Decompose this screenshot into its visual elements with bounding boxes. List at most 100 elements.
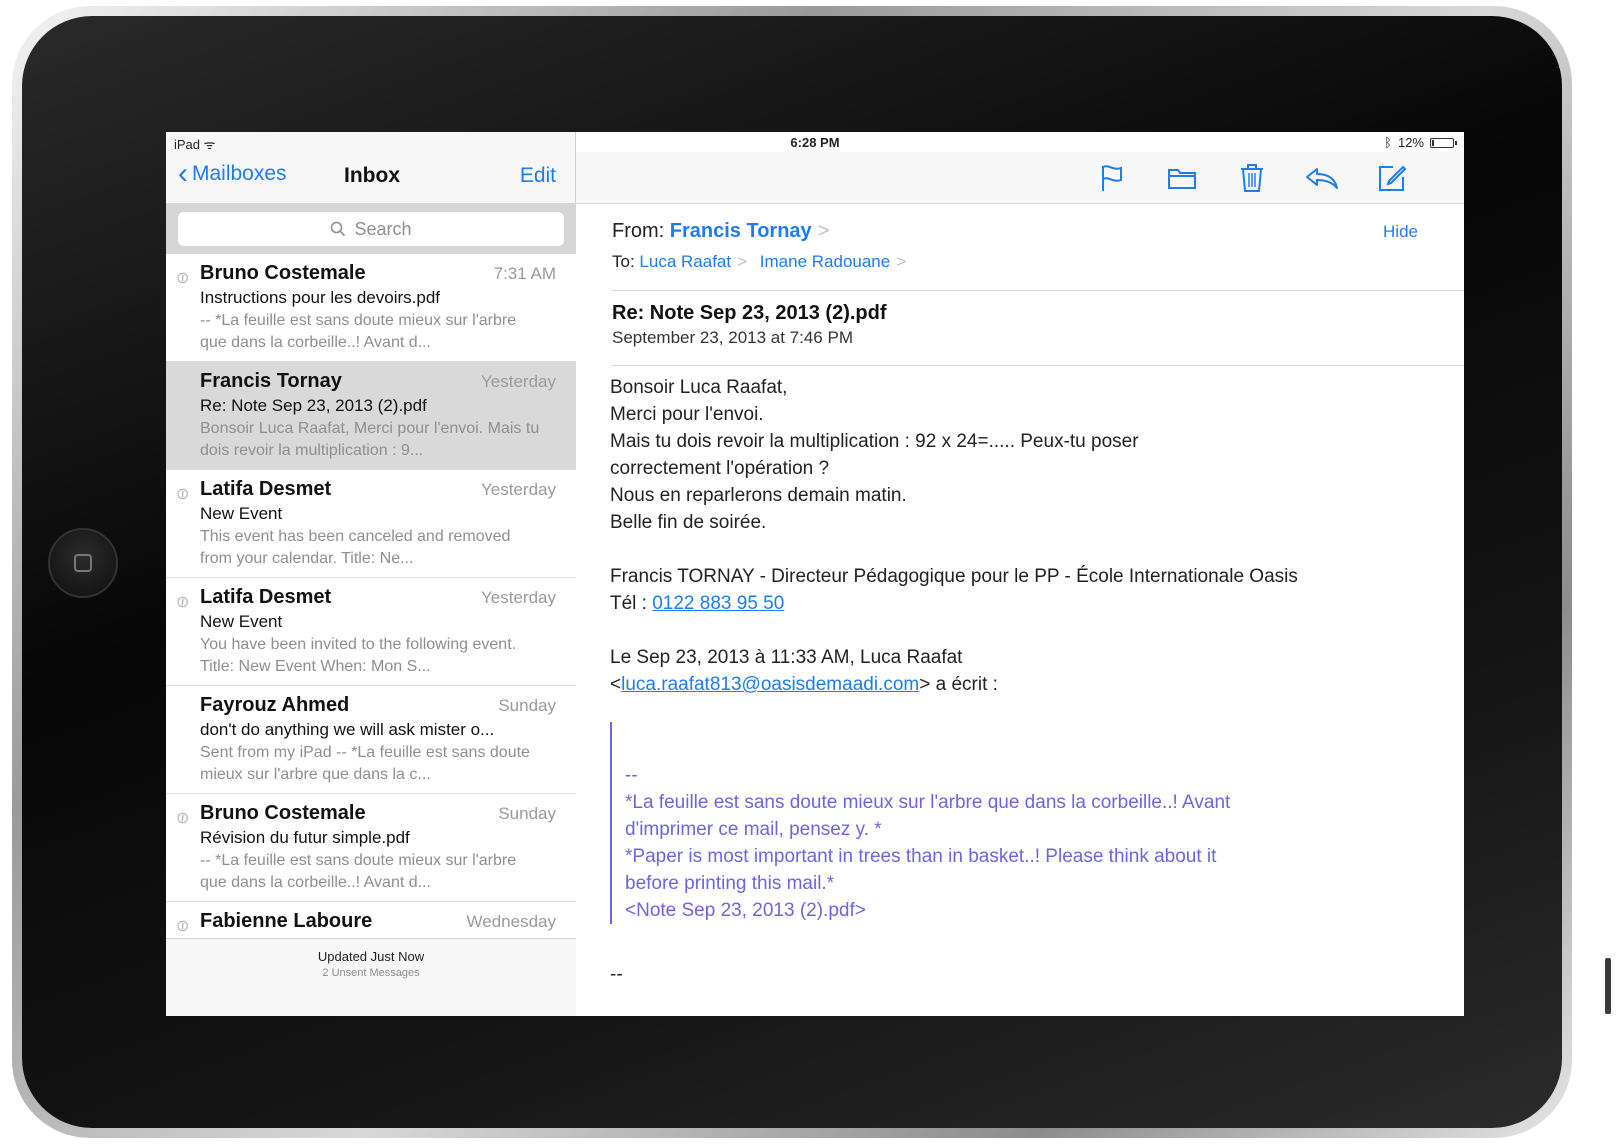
message-pane: From: Francis Tornay > Hide To: Luca Raaf…: [576, 132, 1464, 1016]
message-preview: -- *La feuille est sans doute mieux sur …: [200, 852, 517, 891]
mailbox-footer: Updated Just Now 2 Unsent Messages: [166, 938, 576, 1016]
chevron-right-icon: >: [896, 252, 907, 271]
back-label: Mailboxes: [192, 162, 287, 185]
body-line: Nous en reparlerons demain matin.: [610, 485, 907, 506]
recipient-link[interactable]: Imane Radouane: [760, 252, 890, 271]
signature-line: Francis TORNAY - Directeur Pédagogique p…: [610, 566, 1298, 587]
message-time: Wednesday: [466, 912, 556, 931]
trailing-dashes: --: [610, 964, 623, 985]
flag-button[interactable]: [1094, 160, 1130, 196]
message-subject: Re: Note Sep 23, 2013 (2).pdf: [200, 396, 427, 415]
attachment-icon: ⊘: [172, 267, 194, 290]
edit-button[interactable]: Edit: [520, 164, 556, 188]
message-row[interactable]: Francis Tornay Yesterday Re: Note Sep 23, …: [166, 362, 576, 470]
compose-icon: [1379, 165, 1407, 191]
attachment-icon: ⊘: [172, 807, 194, 830]
move-folder-button[interactable]: [1164, 160, 1200, 196]
mailboxes-back-button[interactable]: ‹ Mailboxes: [178, 157, 287, 190]
flag-icon: [1102, 165, 1122, 191]
message-list: ⊘ Bruno Costemale 7:31 AM Instructions pour…: [166, 254, 576, 944]
quote-line: *Paper is most important in trees than i…: [625, 846, 1217, 867]
search-icon: [331, 221, 346, 237]
mailbox-pane: ‹ Mailboxes Inbox Edit Search ⊘ Bruno Cos…: [166, 132, 576, 1016]
email-link[interactable]: luca.raafat813@oasisdemaadi.com: [621, 674, 919, 695]
from-row: From: Francis Tornay >: [612, 220, 829, 243]
updated-status: Updated Just Now: [317, 949, 425, 964]
body-line: Merci pour l'envoi.: [610, 404, 764, 425]
message-row[interactable]: ⊘ Latifa Desmet Yesterday New Event You have…: [166, 578, 576, 686]
search-input[interactable]: Search: [178, 212, 564, 246]
attachment-icon: ⊘: [172, 915, 194, 938]
message-subject: New Event: [200, 504, 283, 523]
quote-line: before printing this mail.*: [625, 873, 835, 894]
message-preview: Sent from my iPad -- *La feuille est san…: [200, 744, 530, 783]
side-switch: [1605, 958, 1611, 1014]
folder-icon: [1168, 169, 1196, 189]
message-preview: -- *La feuille est sans doute mieux sur …: [200, 312, 517, 351]
message-time: Yesterday: [481, 588, 556, 607]
hide-details-button[interactable]: Hide: [1383, 222, 1418, 242]
recipient-link[interactable]: Luca Raafat: [639, 252, 731, 271]
message-subject: Révision du futur simple.pdf: [200, 828, 410, 847]
message-row[interactable]: ⊘ Bruno Costemale Sunday Révision du futur …: [166, 794, 576, 902]
quoted-block: -- *La feuille est sans doute mieux sur …: [610, 722, 1385, 924]
body-line: Mais tu dois revoir la multiplication : …: [610, 431, 1139, 452]
compose-button[interactable]: [1374, 160, 1410, 196]
message-sender: Latifa Desmet: [200, 586, 332, 608]
chevron-right-icon: >: [737, 252, 748, 271]
quoted-intro: Le Sep 23, 2013 à 11:33 AM, Luca Raafat: [610, 647, 963, 668]
header-divider: [612, 365, 1464, 366]
inbox-navbar: ‹ Mailboxes Inbox Edit: [166, 152, 576, 204]
status-bar: iPad ᯤ 6:28 PM ᛒ 12%: [166, 132, 1464, 152]
unsent-status: 2 Unsent Messages: [322, 967, 420, 979]
inbox-title: Inbox: [344, 164, 400, 187]
reply-button[interactable]: [1304, 160, 1340, 196]
chevron-right-icon: >: [817, 220, 830, 242]
message-preview: Bonsoir Luca Raafat, Merci pour l'envoi.…: [200, 420, 540, 459]
quoted-author-line: <luca.raafat813@oasisdemaadi.com> a écri…: [610, 674, 998, 695]
chevron-left-icon: ‹: [178, 157, 188, 190]
message-sender: Bruno Costemale: [200, 802, 366, 824]
attachment-icon: ⊘: [172, 483, 194, 506]
phone-link[interactable]: 0122 883 95 50: [652, 593, 784, 614]
quote-line: d'imprimer ce mail, pensez y. *: [625, 819, 882, 840]
status-time: 6:28 PM: [790, 135, 840, 150]
email-body: Bonsoir Luca Raafat, Merci pour l'envoi. M…: [610, 374, 1410, 698]
message-row[interactable]: ⊘ Latifa Desmet Yesterday New Event This eve…: [166, 470, 576, 578]
message-time: Sunday: [498, 696, 556, 715]
message-sender: Fabienne Laboure: [200, 910, 373, 932]
message-sender: Fayrouz Ahmed: [200, 694, 350, 716]
body-line: Bonsoir Luca Raafat,: [610, 377, 788, 398]
email-subject: Re: Note Sep 23, 2013 (2).pdf: [612, 302, 887, 324]
header-divider: [612, 290, 1464, 291]
message-row[interactable]: Fayrouz Ahmed Sunday don't do anything we …: [166, 686, 576, 794]
quote-dashes: --: [625, 765, 638, 786]
message-subject: don't do anything we will ask mister o..…: [200, 720, 495, 739]
message-preview: This event has been canceled and removed…: [200, 528, 511, 567]
trash-icon: [1241, 164, 1263, 192]
message-row[interactable]: ⊘ Bruno Costemale 7:31 AM Instructions pour…: [166, 254, 576, 362]
tel-label: Tél :: [610, 593, 647, 614]
body-line: correctement l'opération ?: [610, 458, 830, 479]
message-sender: Latifa Desmet: [200, 478, 332, 500]
message-toolbar: [576, 152, 1464, 204]
quote-lines: *La feuille est sans doute mieux sur l'a…: [625, 789, 1385, 924]
from-label: From:: [612, 220, 665, 242]
bluetooth-icon: ᛒ: [1384, 135, 1392, 150]
message-time: 7:31 AM: [493, 264, 556, 283]
phone-line: Tél : 0122 883 95 50: [610, 590, 1410, 617]
status-right: ᛒ 12%: [1384, 135, 1457, 150]
from-sender-link[interactable]: Francis Tornay: [670, 220, 812, 242]
message-subject: New Event: [200, 612, 283, 631]
trash-button[interactable]: [1234, 160, 1270, 196]
wrote-label: a écrit :: [935, 674, 998, 695]
to-label: To:: [612, 252, 635, 271]
quote-line: <Note Sep 23, 2013 (2).pdf>: [625, 900, 866, 921]
reply-icon: [1306, 168, 1338, 189]
message-preview: You have been invited to the following e…: [200, 636, 517, 675]
home-button[interactable]: [48, 528, 118, 598]
body-lines: Bonsoir Luca Raafat, Merci pour l'envoi. M…: [610, 374, 1410, 536]
attachment-icon: ⊘: [172, 591, 194, 614]
message-sender: Bruno Costemale: [200, 262, 366, 284]
email-date: September 23, 2013 at 7:46 PM: [612, 328, 853, 347]
